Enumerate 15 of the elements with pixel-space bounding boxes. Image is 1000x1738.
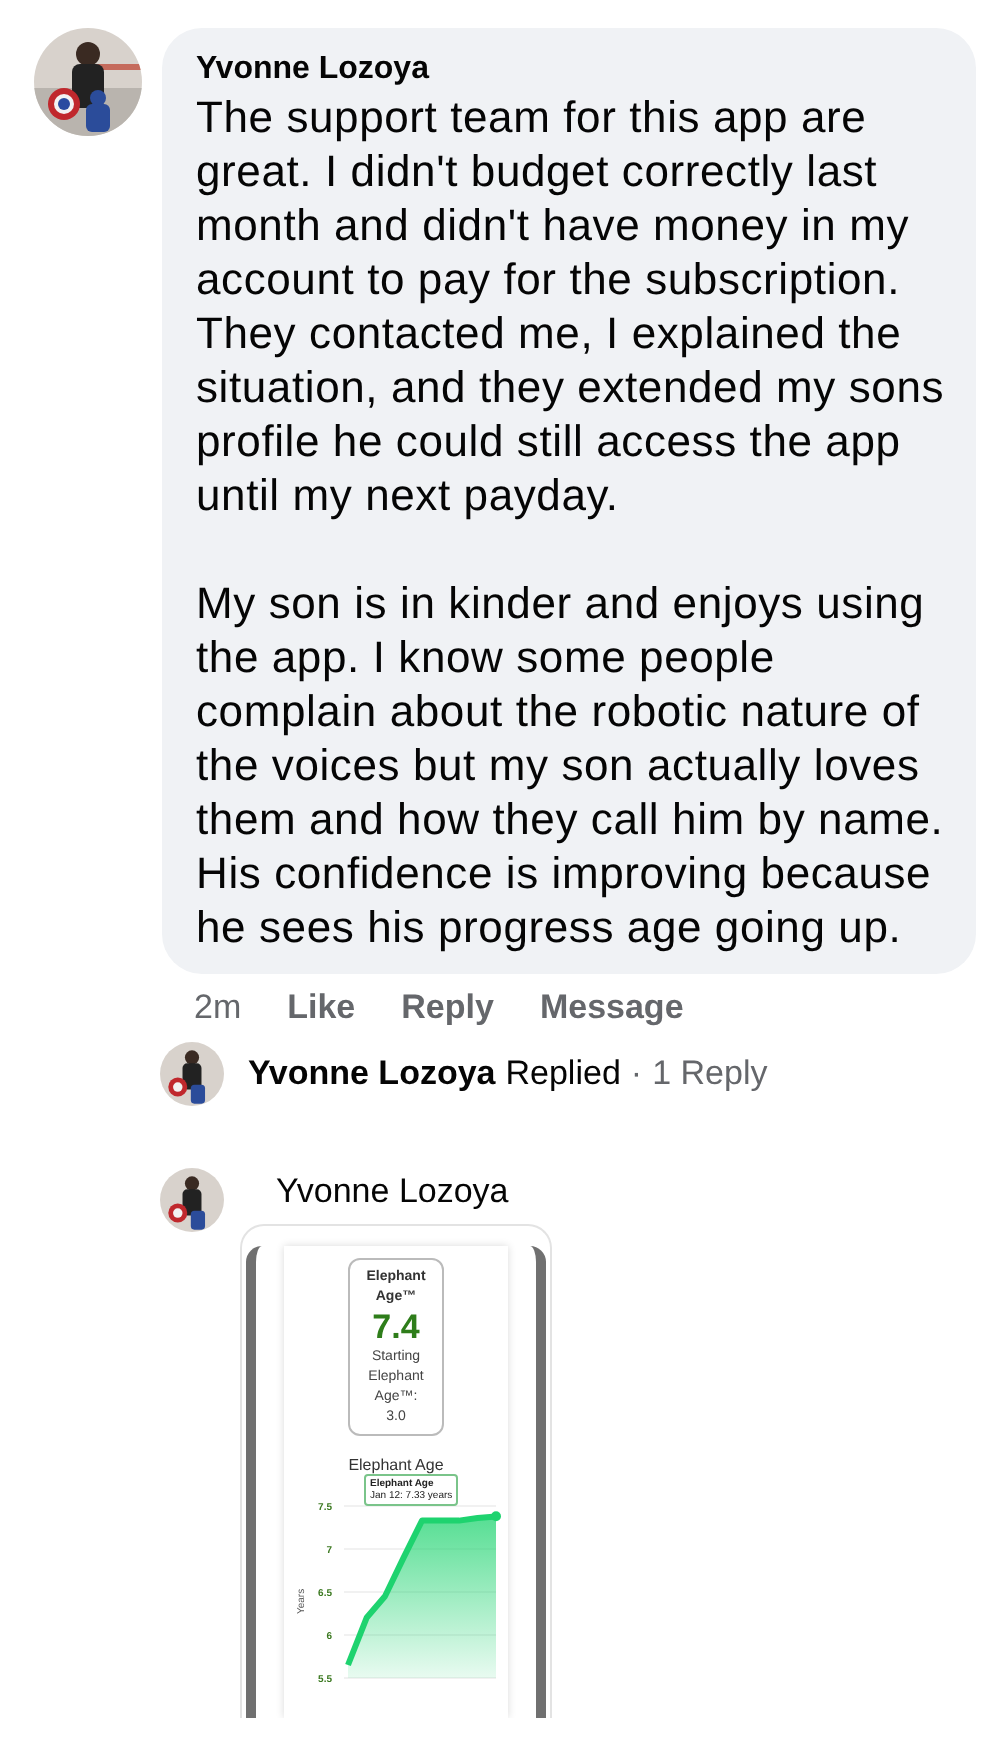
replied-text: Replied — [505, 1054, 621, 1094]
chart-title: Elephant Age — [348, 1456, 444, 1474]
age-value: 7.4 — [372, 1308, 420, 1348]
action-link[interactable]: Like — [287, 986, 356, 1030]
author-name[interactable]: Yvonne Lozoya — [248, 1054, 496, 1094]
author-name[interactable]: Yvonne Lozoya — [196, 50, 956, 90]
timestamp: 2m — [194, 986, 242, 1030]
action-link[interactable]: Message — [539, 986, 684, 1030]
separator-dot: · — [630, 1054, 643, 1094]
comment-text: My son is in kinder and enjoys using the app. I know some people complain about the robotic nature of the voices but my son actually loves them and how they call him by name. His confidence is improving because he sees his progress age going up. — [196, 576, 946, 954]
comment-text: The support team for this app are great. I didn't budget correctly last month and didn't have money in my account to pay for the subscription. They contacted me, I explained the situation, and they extended my sons profile he could still access the app until my next payday. — [196, 90, 947, 522]
author-name[interactable]: Yvonne Lozoya — [276, 1170, 552, 1214]
action-link[interactable]: Reply — [401, 986, 494, 1030]
reply-count-link[interactable]: 1 Reply — [652, 1054, 768, 1094]
data-point — [491, 1511, 501, 1522]
